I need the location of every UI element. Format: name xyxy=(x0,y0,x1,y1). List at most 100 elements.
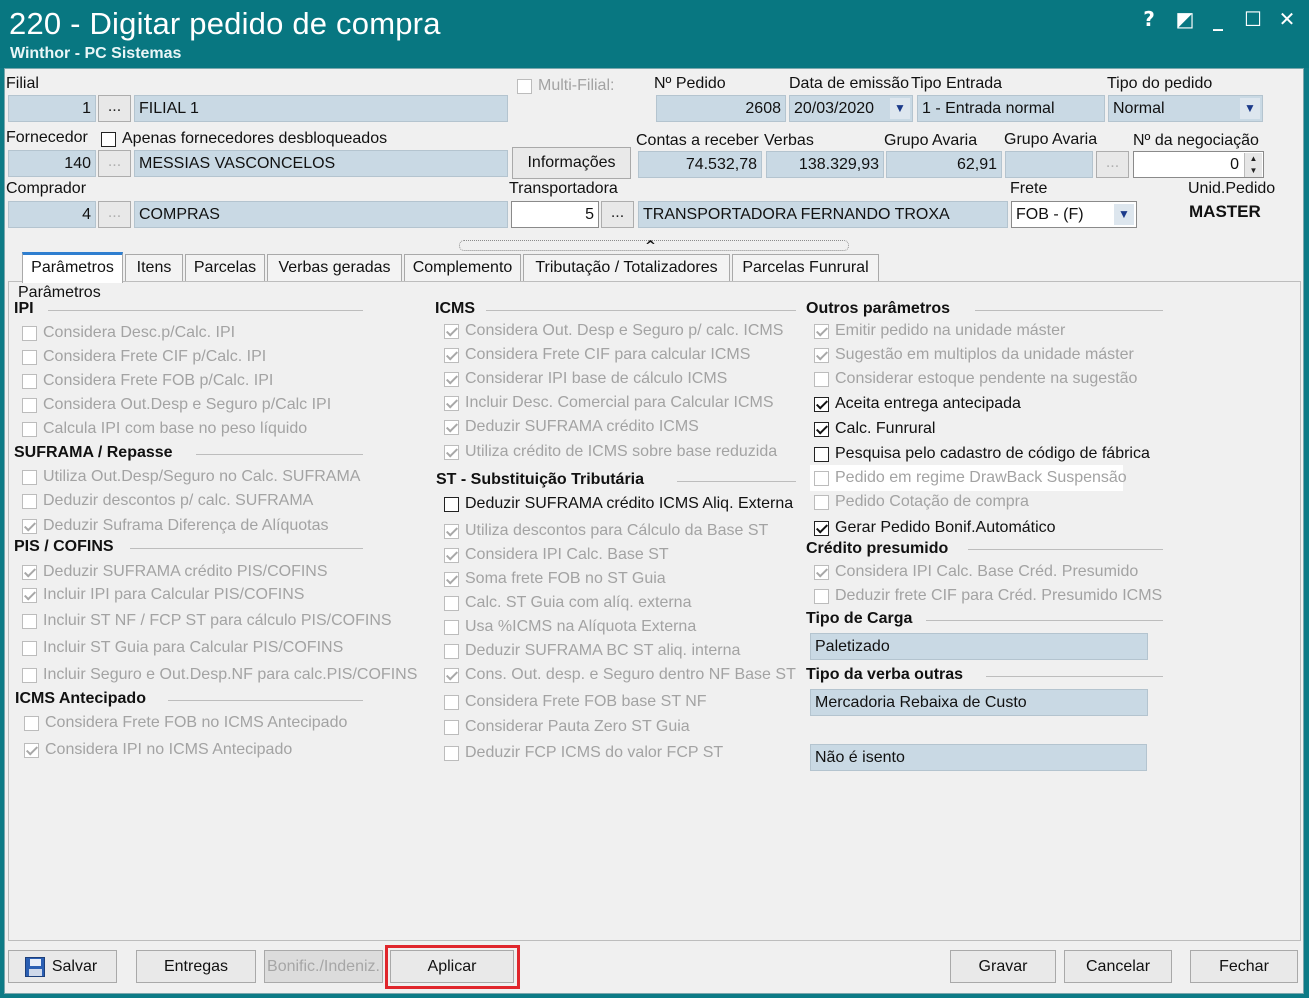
tipo-verba-field[interactable]: Mercadoria Rebaixa de Custo xyxy=(810,689,1148,716)
st-check-7-box[interactable] xyxy=(444,643,459,659)
st-check-5[interactable]: Calc. ST Guia com alíq. externa xyxy=(444,592,691,614)
pesquisa-codigo-fabrica-checkbox[interactable]: Pesquisa pelo cadastro de código de fábr… xyxy=(814,443,1150,465)
gravar-button[interactable]: Gravar xyxy=(950,950,1056,983)
grupo-avaria2-field[interactable] xyxy=(1005,151,1093,178)
spin-up-icon[interactable]: ▲ xyxy=(1244,153,1262,165)
help-icon[interactable]: ? xyxy=(1136,6,1162,32)
st-check-9-box[interactable] xyxy=(444,694,459,710)
drawback-box[interactable] xyxy=(814,470,829,486)
pis-check-5[interactable]: Incluir Seguro e Out.Desp.NF para calc.P… xyxy=(22,664,417,686)
apenas-desbloqueados-checkbox[interactable]: Apenas fornecedores desbloqueados xyxy=(101,128,387,150)
st-check-3-box[interactable] xyxy=(444,547,459,563)
fechar-button[interactable]: Fechar xyxy=(1190,950,1298,983)
comprador-code-field[interactable]: 4 xyxy=(8,201,96,228)
calc-funrural-checkbox[interactable]: Calc. Funrural xyxy=(814,418,935,440)
icms-check-2[interactable]: Considera Frete CIF para calcular ICMS xyxy=(444,344,750,366)
pis-check-2-box[interactable] xyxy=(22,587,37,603)
fornecedor-code-field[interactable]: 140 xyxy=(8,150,96,177)
multifilial-checkbox[interactable]: Multi-Filial: xyxy=(517,75,614,97)
st-check-7[interactable]: Deduzir SUFRAMA BC ST aliq. interna xyxy=(444,640,740,662)
credito-check-1[interactable]: Considera IPI Calc. Base Créd. Presumido xyxy=(814,561,1138,583)
ipi-check-1[interactable]: Considera Desc.p/Calc. IPI xyxy=(22,322,235,344)
icms-check-5[interactable]: Deduzir SUFRAMA crédito ICMS xyxy=(444,416,699,438)
transportadora-code-field[interactable]: 5 xyxy=(511,201,599,228)
ipi-check-5[interactable]: Calcula IPI com base no peso líquido xyxy=(22,418,307,440)
cancelar-button[interactable]: Cancelar xyxy=(1064,950,1172,983)
icms-check-3-box[interactable] xyxy=(444,371,459,387)
credito-check-2-box[interactable] xyxy=(814,588,829,604)
suframa-check-2-box[interactable] xyxy=(22,493,37,509)
pis-check-3-box[interactable] xyxy=(22,613,37,629)
icms-ant-check-1[interactable]: Considera Frete FOB no ICMS Antecipado xyxy=(24,712,347,734)
icms-check-5-box[interactable] xyxy=(444,419,459,435)
st-check-3[interactable]: Considera IPI Calc. Base ST xyxy=(444,544,669,566)
minimize-icon[interactable]: _ xyxy=(1205,6,1231,32)
tipo-pedido-dropdown[interactable]: Normal ▼ xyxy=(1108,95,1263,122)
tipo-carga-field[interactable]: Paletizado xyxy=(810,633,1148,660)
ipi-check-1-box[interactable] xyxy=(22,325,37,341)
pis-check-4-box[interactable] xyxy=(22,640,37,656)
pedido-cotacao-checkbox[interactable]: Pedido Cotação de compra xyxy=(814,491,1029,513)
outros-check-3[interactable]: Considerar estoque pendente na sugestão xyxy=(814,368,1137,390)
st-check-4-box[interactable] xyxy=(444,571,459,587)
aceita-entrega-box[interactable] xyxy=(814,396,829,412)
pedido-cotacao-box[interactable] xyxy=(814,494,829,510)
st-check-4[interactable]: Soma frete FOB no ST Guia xyxy=(444,568,666,590)
pis-check-3[interactable]: Incluir ST NF / FCP ST para cálculo PIS/… xyxy=(22,610,392,632)
ipi-check-2-box[interactable] xyxy=(22,349,37,365)
st-check-10-box[interactable] xyxy=(444,719,459,735)
gerar-bonif-box[interactable] xyxy=(814,520,829,536)
pis-check-1-box[interactable] xyxy=(22,564,37,580)
icms-check-1-box[interactable] xyxy=(444,323,459,339)
drawback-checkbox[interactable]: Pedido em regime DrawBack Suspensão xyxy=(814,467,1127,489)
suframa-check-1-box[interactable] xyxy=(22,469,37,485)
icms-check-3[interactable]: Considerar IPI base de cálculo ICMS xyxy=(444,368,727,390)
comprador-search-button[interactable]: ... xyxy=(98,201,131,228)
st-check-11[interactable]: Deduzir FCP ICMS do valor FCP ST xyxy=(444,742,723,764)
st-check-9[interactable]: Considera Frete FOB base ST NF xyxy=(444,691,707,713)
filial-search-button[interactable]: ... xyxy=(98,95,131,122)
icms-check-4-box[interactable] xyxy=(444,395,459,411)
chevron-up-icon[interactable]: ^ xyxy=(645,239,656,254)
tab-parcelas-funrural[interactable]: Parcelas Funrural xyxy=(732,254,879,281)
pis-check-1[interactable]: Deduzir SUFRAMA crédito PIS/COFINS xyxy=(22,561,328,583)
chevron-down-icon[interactable]: ▼ xyxy=(890,98,910,119)
chevron-down-icon[interactable]: ▼ xyxy=(1240,98,1260,119)
tab-tributacao[interactable]: Tributação / Totalizadores xyxy=(523,254,730,281)
icms-ant-check-2-box[interactable] xyxy=(24,742,39,758)
st-check-11-box[interactable] xyxy=(444,745,459,761)
tipo-entrada-field[interactable]: 1 - Entrada normal xyxy=(917,95,1105,122)
outros-check-1-box[interactable] xyxy=(814,323,829,339)
st-check-5-box[interactable] xyxy=(444,595,459,611)
outros-check-2[interactable]: Sugestão em multiplos da unidade máster xyxy=(814,344,1134,366)
icms-check-6[interactable]: Utiliza crédito de ICMS sobre base reduz… xyxy=(444,441,777,463)
informacoes-button[interactable]: Informações xyxy=(512,147,631,179)
ipi-check-4-box[interactable] xyxy=(22,397,37,413)
bonific-indeniz-button[interactable]: Bonific./Indeniz. xyxy=(264,950,383,983)
icms-check-6-box[interactable] xyxy=(444,444,459,460)
st-check-6[interactable]: Usa %ICMS na Alíquota Externa xyxy=(444,616,696,638)
suframa-check-1[interactable]: Utiliza Out.Desp/Seguro no Calc. SUFRAMA xyxy=(22,466,360,488)
ipi-check-5-box[interactable] xyxy=(22,421,37,437)
apenas-desbloqueados-box[interactable] xyxy=(101,131,116,147)
ipi-check-3[interactable]: Considera Frete FOB p/Calc. IPI xyxy=(22,370,273,392)
st-check-2-box[interactable] xyxy=(444,523,459,539)
icms-check-1[interactable]: Considera Out. Desp e Seguro p/ calc. IC… xyxy=(444,320,783,342)
grupo-avaria-search-button[interactable]: ... xyxy=(1096,151,1129,178)
st-check-8[interactable]: Cons. Out. desp. e Seguro dentro NF Base… xyxy=(444,664,796,686)
icms-ant-check-2[interactable]: Considera IPI no ICMS Antecipado xyxy=(24,739,292,761)
tab-parcelas[interactable]: Parcelas xyxy=(185,254,265,281)
filial-code-field[interactable]: 1 xyxy=(8,95,96,122)
suframa-check-2[interactable]: Deduzir descontos p/ calc. SUFRAMA xyxy=(22,490,313,512)
spin-down-icon[interactable]: ▼ xyxy=(1244,165,1262,177)
suframa-check-3-box[interactable] xyxy=(22,518,37,534)
gerar-bonif-checkbox[interactable]: Gerar Pedido Bonif.Automático xyxy=(814,517,1056,539)
multifilial-box[interactable] xyxy=(517,78,532,94)
ipi-check-3-box[interactable] xyxy=(22,373,37,389)
icms-ant-check-1-box[interactable] xyxy=(24,715,39,731)
tab-parametros[interactable]: Parâmetros xyxy=(22,252,123,283)
maximize-icon[interactable]: ☐ xyxy=(1240,6,1266,32)
credito-check-1-box[interactable] xyxy=(814,564,829,580)
fornecedor-search-button[interactable]: ... xyxy=(98,150,131,177)
icms-check-2-box[interactable] xyxy=(444,347,459,363)
